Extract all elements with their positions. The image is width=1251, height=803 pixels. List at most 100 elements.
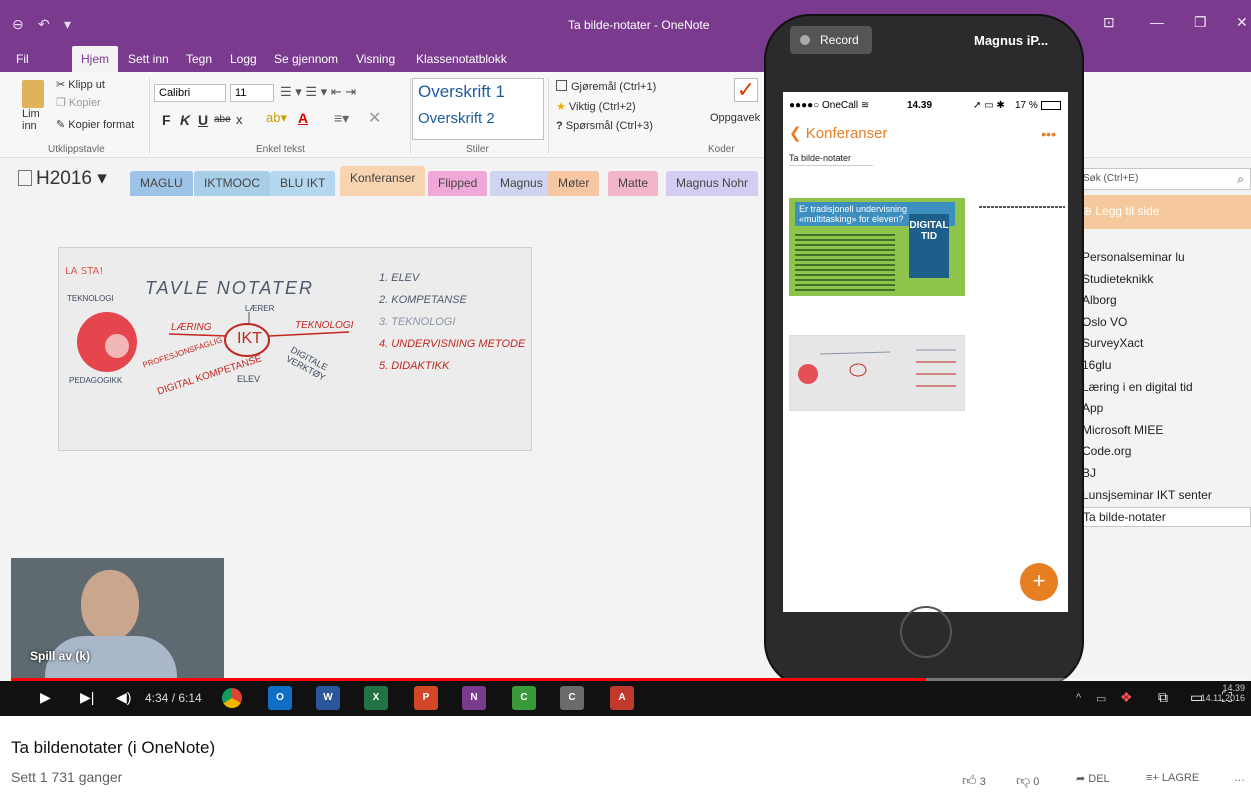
- page-item[interactable]: App: [1082, 401, 1103, 415]
- undo-icon[interactable]: ↶: [38, 16, 50, 33]
- tab-file[interactable]: Fil: [16, 52, 29, 66]
- taskbar-app-icon[interactable]: P: [414, 686, 438, 710]
- page-item[interactable]: Alborg: [1082, 293, 1117, 307]
- taskbar-app-icon[interactable]: W: [316, 686, 340, 710]
- align-icon[interactable]: ≡▾: [334, 110, 349, 127]
- slide-image[interactable]: Er tradisjonell undervisning «multitaski…: [789, 198, 965, 296]
- next-icon[interactable]: ▶|: [80, 689, 94, 706]
- more-icon[interactable]: •••: [1041, 126, 1056, 142]
- quick-access-icon[interactable]: ▾: [64, 16, 71, 33]
- taskbar-app-icon[interactable]: C: [512, 686, 536, 710]
- add-fab-button[interactable]: +: [1020, 563, 1058, 601]
- task-check-icon[interactable]: ✓: [734, 78, 758, 102]
- underline-button[interactable]: U: [198, 112, 208, 128]
- home-button[interactable]: [900, 606, 952, 658]
- save-button[interactable]: ≡+ LAGRE: [1146, 772, 1199, 784]
- like-button[interactable]: 👍︎ 3: [962, 772, 986, 789]
- section-tab[interactable]: MAGLU: [130, 171, 193, 196]
- section-tab[interactable]: Matte: [608, 171, 659, 196]
- copy-button[interactable]: ❐ Kopier: [56, 96, 101, 109]
- volume-icon[interactable]: ◀): [116, 689, 131, 706]
- clear-format-icon[interactable]: ✕: [368, 108, 381, 128]
- font-size-select[interactable]: 11: [230, 84, 274, 102]
- ribbon-display-icon[interactable]: ⊡: [1103, 14, 1115, 31]
- bold-button[interactable]: F: [162, 112, 171, 128]
- page-item[interactable]: 16glu: [1082, 358, 1111, 372]
- page-item[interactable]: Studieteknikk: [1082, 272, 1153, 286]
- search-icon: ⌕: [1237, 172, 1244, 186]
- add-page-button[interactable]: ⊕ Legg til side: [1074, 195, 1251, 229]
- font-select[interactable]: Calibri: [154, 84, 226, 102]
- video-player[interactable]: ⊖ ↶ ▾ Ta bilde-notater - OneNote ⊡ — ❐ ✕…: [0, 0, 1251, 716]
- taskbar-app-icon[interactable]: O: [268, 686, 292, 710]
- page-item[interactable]: Oslo VO: [1082, 315, 1127, 329]
- paste-icon[interactable]: [22, 80, 44, 108]
- page-item[interactable]: Læring i en digital tid: [1082, 380, 1193, 394]
- taskbar-app-icon[interactable]: N: [462, 686, 486, 710]
- tab-home[interactable]: Hjem: [72, 46, 119, 72]
- page-item[interactable]: Personalseminar lu: [1082, 250, 1185, 264]
- section-tab[interactable]: Flipped: [428, 171, 488, 196]
- more-actions-icon[interactable]: …: [1234, 772, 1245, 784]
- keyboard-icon[interactable]: ▭: [1096, 692, 1106, 705]
- page-item[interactable]: Microsoft MIEE: [1082, 423, 1163, 437]
- tab-history[interactable]: Logg: [230, 52, 257, 66]
- cut-button[interactable]: ✂ Klipp ut: [56, 78, 105, 91]
- wifi-icon: ≋: [860, 100, 870, 111]
- section-tab[interactable]: Magnus: [490, 171, 553, 196]
- section-tab[interactable]: BLU IKT: [270, 171, 336, 196]
- record-button[interactable]: Record: [790, 26, 872, 54]
- tab-review[interactable]: Se gjennom: [274, 52, 338, 66]
- page-item[interactable]: Lunsjseminar IKT senter: [1082, 488, 1212, 502]
- font-color-icon[interactable]: A: [298, 110, 308, 126]
- page-item[interactable]: BJ: [1082, 466, 1096, 480]
- tags-group-label: Koder: [708, 144, 735, 155]
- page-item[interactable]: SurveyXact: [1082, 336, 1143, 350]
- share-button[interactable]: ➦ DEL: [1076, 772, 1110, 785]
- board-list-item: 5. DIDAKTIKK: [379, 360, 450, 372]
- italic-button[interactable]: K: [180, 112, 190, 128]
- tab-class-notebook[interactable]: Klassenotatblokk: [416, 52, 507, 66]
- notebook-selector[interactable]: H2016 ▾: [18, 167, 107, 190]
- subscript-button[interactable]: x: [236, 112, 243, 127]
- style-heading1[interactable]: Overskrift 1: [418, 82, 505, 102]
- section-tab[interactable]: IKTMOOC: [194, 171, 270, 196]
- chrome-icon[interactable]: [222, 688, 242, 708]
- page-item[interactable]: Code.org: [1082, 444, 1131, 458]
- format-painter-button[interactable]: ✎ Kopier format: [56, 118, 134, 131]
- taskbar-app-icon[interactable]: C: [560, 686, 584, 710]
- section-tab[interactable]: Møter: [548, 171, 600, 196]
- back-button[interactable]: ❮ Konferanser: [789, 124, 887, 142]
- search-input[interactable]: Søk (Ctrl+E) ⌕: [1074, 168, 1251, 190]
- page-item[interactable]: Ta bilde-notater: [1074, 507, 1251, 528]
- tab-view[interactable]: Visning: [356, 52, 395, 66]
- tray-up-icon[interactable]: ^: [1076, 692, 1081, 704]
- tag-question[interactable]: ? Spørsmål (Ctrl+3): [556, 120, 653, 132]
- fullscreen-icon[interactable]: ⛶: [1222, 689, 1232, 706]
- minimize-icon[interactable]: —: [1150, 14, 1164, 30]
- tab-insert[interactable]: Sett inn: [128, 52, 169, 66]
- strikethrough-button[interactable]: abe: [214, 114, 231, 125]
- highlight-icon[interactable]: ab▾: [266, 110, 287, 126]
- list-icons[interactable]: ☰ ▾ ☰ ▾ ⇤ ⇥: [280, 84, 356, 100]
- tag-todo[interactable]: Gjøremål (Ctrl+1): [556, 80, 656, 93]
- restore-icon[interactable]: ❐: [1194, 14, 1207, 31]
- dislike-button[interactable]: 👎︎ 0: [1016, 772, 1039, 789]
- back-icon[interactable]: ⊖: [12, 16, 24, 33]
- miniplayer-icon[interactable]: ⧉: [1158, 689, 1168, 706]
- style-heading2[interactable]: Overskrift 2: [418, 110, 495, 127]
- taskbar-app-icon[interactable]: X: [364, 686, 388, 710]
- whiteboard-image[interactable]: LA STA! TAVLE NOTATER IKT TEKNOLOGI LÆRE…: [58, 247, 532, 451]
- outlook-task-button[interactable]: Oppgavek: [710, 112, 760, 124]
- thumbnail-drawing: [798, 349, 956, 387]
- whiteboard-thumbnail[interactable]: [789, 335, 965, 411]
- miniplayer-badge-icon[interactable]: ❖: [1120, 689, 1133, 706]
- section-tab[interactable]: Konferanser: [340, 166, 426, 196]
- tab-draw[interactable]: Tegn: [186, 52, 212, 66]
- close-icon[interactable]: ✕: [1236, 14, 1248, 31]
- taskbar-app-icon[interactable]: A: [610, 686, 634, 710]
- tag-important[interactable]: ★ Viktig (Ctrl+2): [556, 100, 636, 113]
- play-icon[interactable]: ▶: [40, 689, 51, 706]
- section-tab[interactable]: Magnus Nohr: [666, 171, 759, 196]
- paste-button[interactable]: Lim inn: [22, 108, 48, 132]
